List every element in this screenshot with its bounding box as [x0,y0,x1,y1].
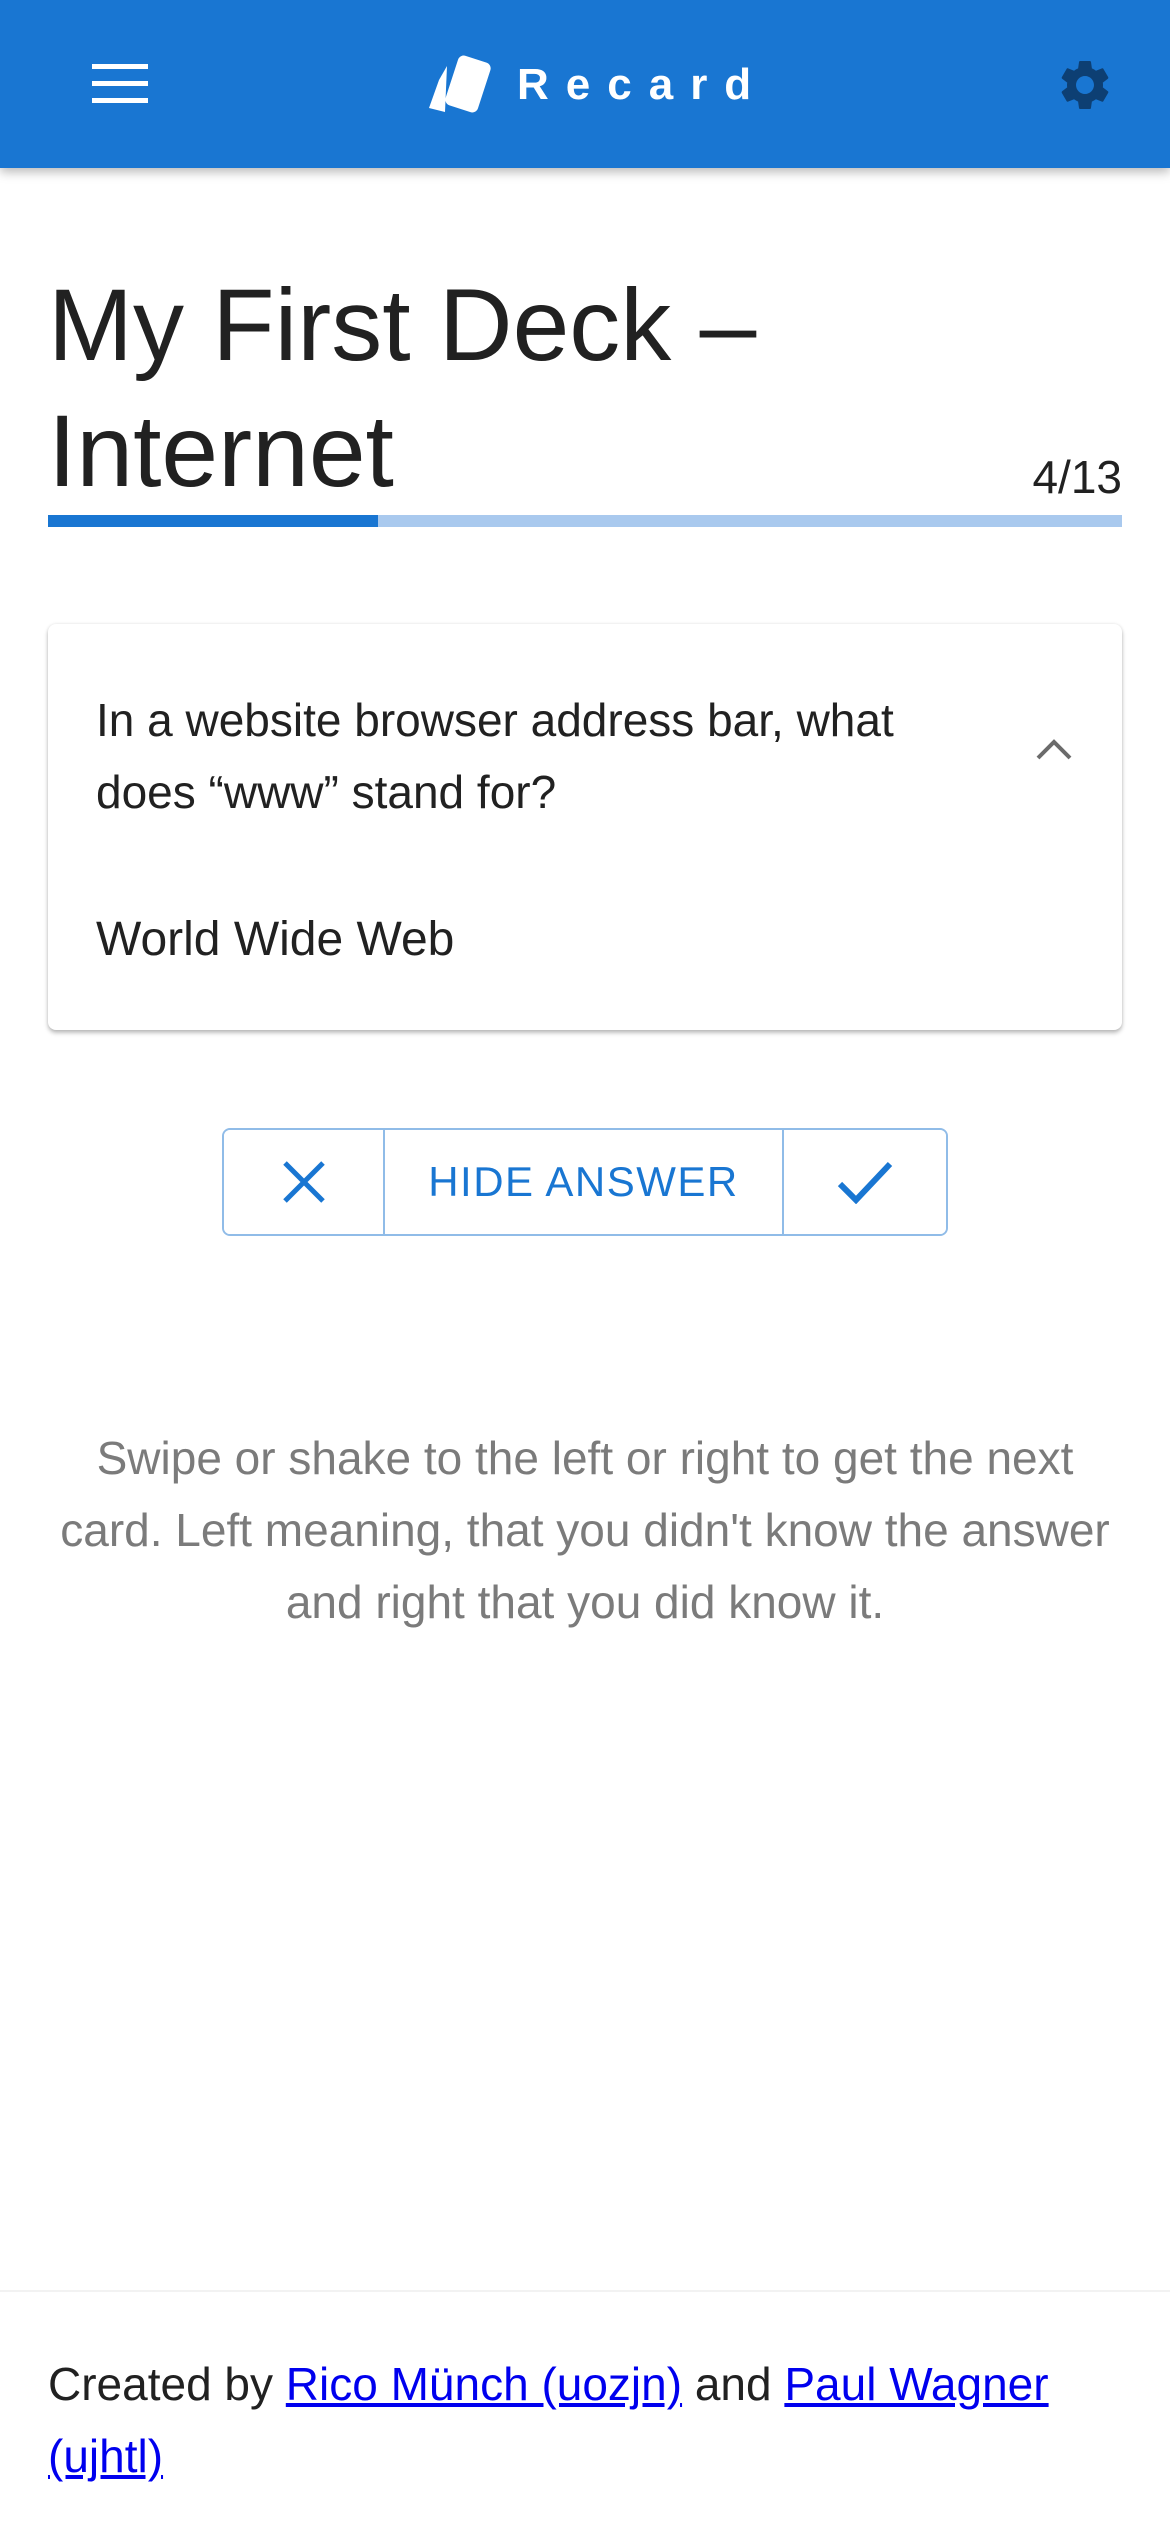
swipe-hint: Swipe or shake to the left or right to g… [60,1432,1110,1628]
app-bar: Recard [0,0,1170,168]
answer-actions: HIDE ANSWER [222,1128,948,1236]
author-link-rico[interactable]: Rico Münch (uozjn) [286,2358,682,2410]
card-answer: World Wide Web [96,913,455,966]
flashcard[interactable]: In a website browser address bar, what d… [48,624,1122,1030]
didnt-know-button[interactable] [224,1130,385,1234]
knew-it-button[interactable] [784,1130,946,1234]
gear-icon [1061,60,1109,109]
progress-bar-fill [48,515,379,527]
chevron-up-icon [1036,739,1072,760]
card-question: In a website browser address bar, what d… [96,694,894,818]
hide-answer-button[interactable]: HIDE ANSWER [385,1130,784,1234]
check-icon [837,1161,893,1204]
progress-count: 4/13 [1032,451,1122,503]
settings-button[interactable] [1040,50,1130,120]
cards-logo-icon [429,55,491,113]
credits-prefix: Created by [48,2358,286,2410]
hamburger-menu-icon [92,64,148,103]
credits-and: and [682,2358,785,2410]
app-name: Recard [517,60,769,109]
menu-button[interactable] [70,44,170,124]
credits: Created by Rico Münch (uozjn) and Paul W… [48,2348,1128,2492]
footer: Created by Rico Münch (uozjn) and Paul W… [0,2290,1170,2532]
progress-bar [48,515,1122,527]
deck-title: My First Deck – Internet [48,268,757,508]
collapse-button[interactable] [1024,719,1084,779]
close-icon [282,1161,325,1203]
brand: Recard [425,50,768,120]
